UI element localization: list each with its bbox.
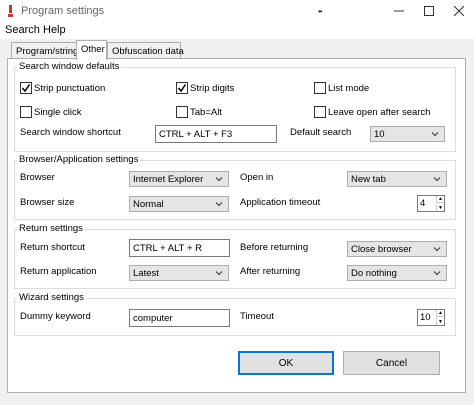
app-timeout-label: Application timeout [240, 197, 321, 208]
open-in-value: New tab [351, 174, 386, 185]
wizard-timeout-label: Timeout [240, 311, 274, 322]
single-click-checkbox[interactable] [20, 106, 32, 118]
chevron-down-icon [215, 202, 223, 207]
maximize-icon [424, 6, 434, 16]
browser-value: Internet Explorer [133, 174, 204, 185]
app-timeout-spinner[interactable]: 4 ▲ ▼ [417, 195, 445, 212]
search-shortcut-label: Search window shortcut [20, 127, 121, 138]
before-returning-label: Before returning [240, 242, 309, 253]
default-search-value: 10 [374, 129, 385, 140]
list-mode-label: List mode [328, 83, 370, 94]
close-button[interactable] [444, 0, 474, 22]
spin-down-icon[interactable]: ▼ [436, 318, 444, 325]
group-browser-settings [14, 160, 456, 220]
tab-alt-label: Tab=Alt [190, 107, 222, 118]
browser-select[interactable]: Internet Explorer [129, 171, 229, 187]
wizard-timeout-spinner[interactable]: 10 ▲ ▼ [417, 309, 445, 326]
app-icon [7, 4, 14, 18]
spin-down-icon[interactable]: ▼ [436, 204, 444, 211]
tab-alt-checkbox[interactable] [176, 106, 188, 118]
after-returning-select[interactable]: Do nothing [347, 265, 447, 281]
cancel-button[interactable]: Cancel [343, 351, 440, 375]
before-returning-value: Close browser [351, 244, 412, 255]
chevron-down-icon [431, 132, 439, 137]
search-shortcut-input[interactable]: CTRL + ALT + F3 [155, 125, 277, 143]
list-mode-checkbox[interactable] [314, 82, 326, 94]
checkmark-icon [21, 84, 31, 93]
minimize-button[interactable] [384, 0, 414, 22]
strip-digits-label: Strip digits [190, 83, 235, 94]
spin-up-icon[interactable]: ▲ [436, 196, 444, 203]
strip-digits-checkbox[interactable] [176, 82, 188, 94]
menu-search[interactable]: Search [5, 24, 40, 36]
after-returning-value: Do nothing [351, 268, 397, 279]
group-title-browser: Browser/Application settings [17, 154, 141, 165]
leave-open-label: Leave open after search [328, 107, 431, 118]
chevron-down-icon [215, 271, 223, 276]
tab-other[interactable]: Other [76, 40, 107, 60]
strip-punctuation-label: Strip punctuation [34, 83, 106, 94]
return-shortcut-input[interactable]: CTRL + ALT + R [129, 239, 230, 257]
browser-size-label: Browser size [20, 197, 75, 208]
minimize-icon [394, 10, 404, 12]
single-click-label: Single click [34, 107, 82, 118]
open-in-label: Open in [240, 172, 274, 183]
return-application-select[interactable]: Latest [129, 265, 229, 281]
open-in-select[interactable]: New tab [347, 171, 447, 187]
wizard-timeout-value: 10 [420, 312, 431, 323]
maximize-button[interactable] [414, 0, 444, 22]
menu-help[interactable]: Help [43, 24, 66, 36]
drag-grip-icon[interactable]: •• [318, 7, 323, 16]
default-search-label: Default search [290, 127, 352, 138]
browser-size-value: Normal [133, 199, 164, 210]
after-returning-label: After returning [240, 266, 301, 277]
leave-open-checkbox[interactable] [314, 106, 326, 118]
menu-bar [0, 22, 474, 39]
spin-up-icon[interactable]: ▲ [436, 310, 444, 317]
dummy-keyword-input[interactable]: computer [129, 309, 230, 327]
strip-punctuation-checkbox[interactable] [20, 82, 32, 94]
return-application-value: Latest [133, 268, 159, 279]
chevron-down-icon [433, 271, 441, 276]
default-search-select[interactable]: 10 [370, 126, 445, 142]
app-timeout-value: 4 [420, 198, 426, 209]
return-shortcut-label: Return shortcut [20, 242, 85, 253]
close-icon [454, 6, 464, 16]
group-title-wizard: Wizard settings [17, 292, 86, 303]
group-title-return: Return settings [17, 223, 85, 234]
return-application-label: Return application [20, 266, 97, 277]
dummy-keyword-label: Dummy keyword [20, 311, 91, 322]
window-title: Program settings [21, 5, 105, 17]
chevron-down-icon [215, 177, 223, 182]
checkmark-icon [177, 84, 187, 93]
browser-size-select[interactable]: Normal [129, 196, 229, 212]
browser-label: Browser [20, 172, 55, 183]
ok-button[interactable]: OK [238, 351, 334, 375]
chevron-down-icon [433, 247, 441, 252]
chevron-down-icon [433, 177, 441, 182]
before-returning-select[interactable]: Close browser [347, 241, 447, 257]
group-title-search-defaults: Search window defaults [17, 61, 122, 72]
